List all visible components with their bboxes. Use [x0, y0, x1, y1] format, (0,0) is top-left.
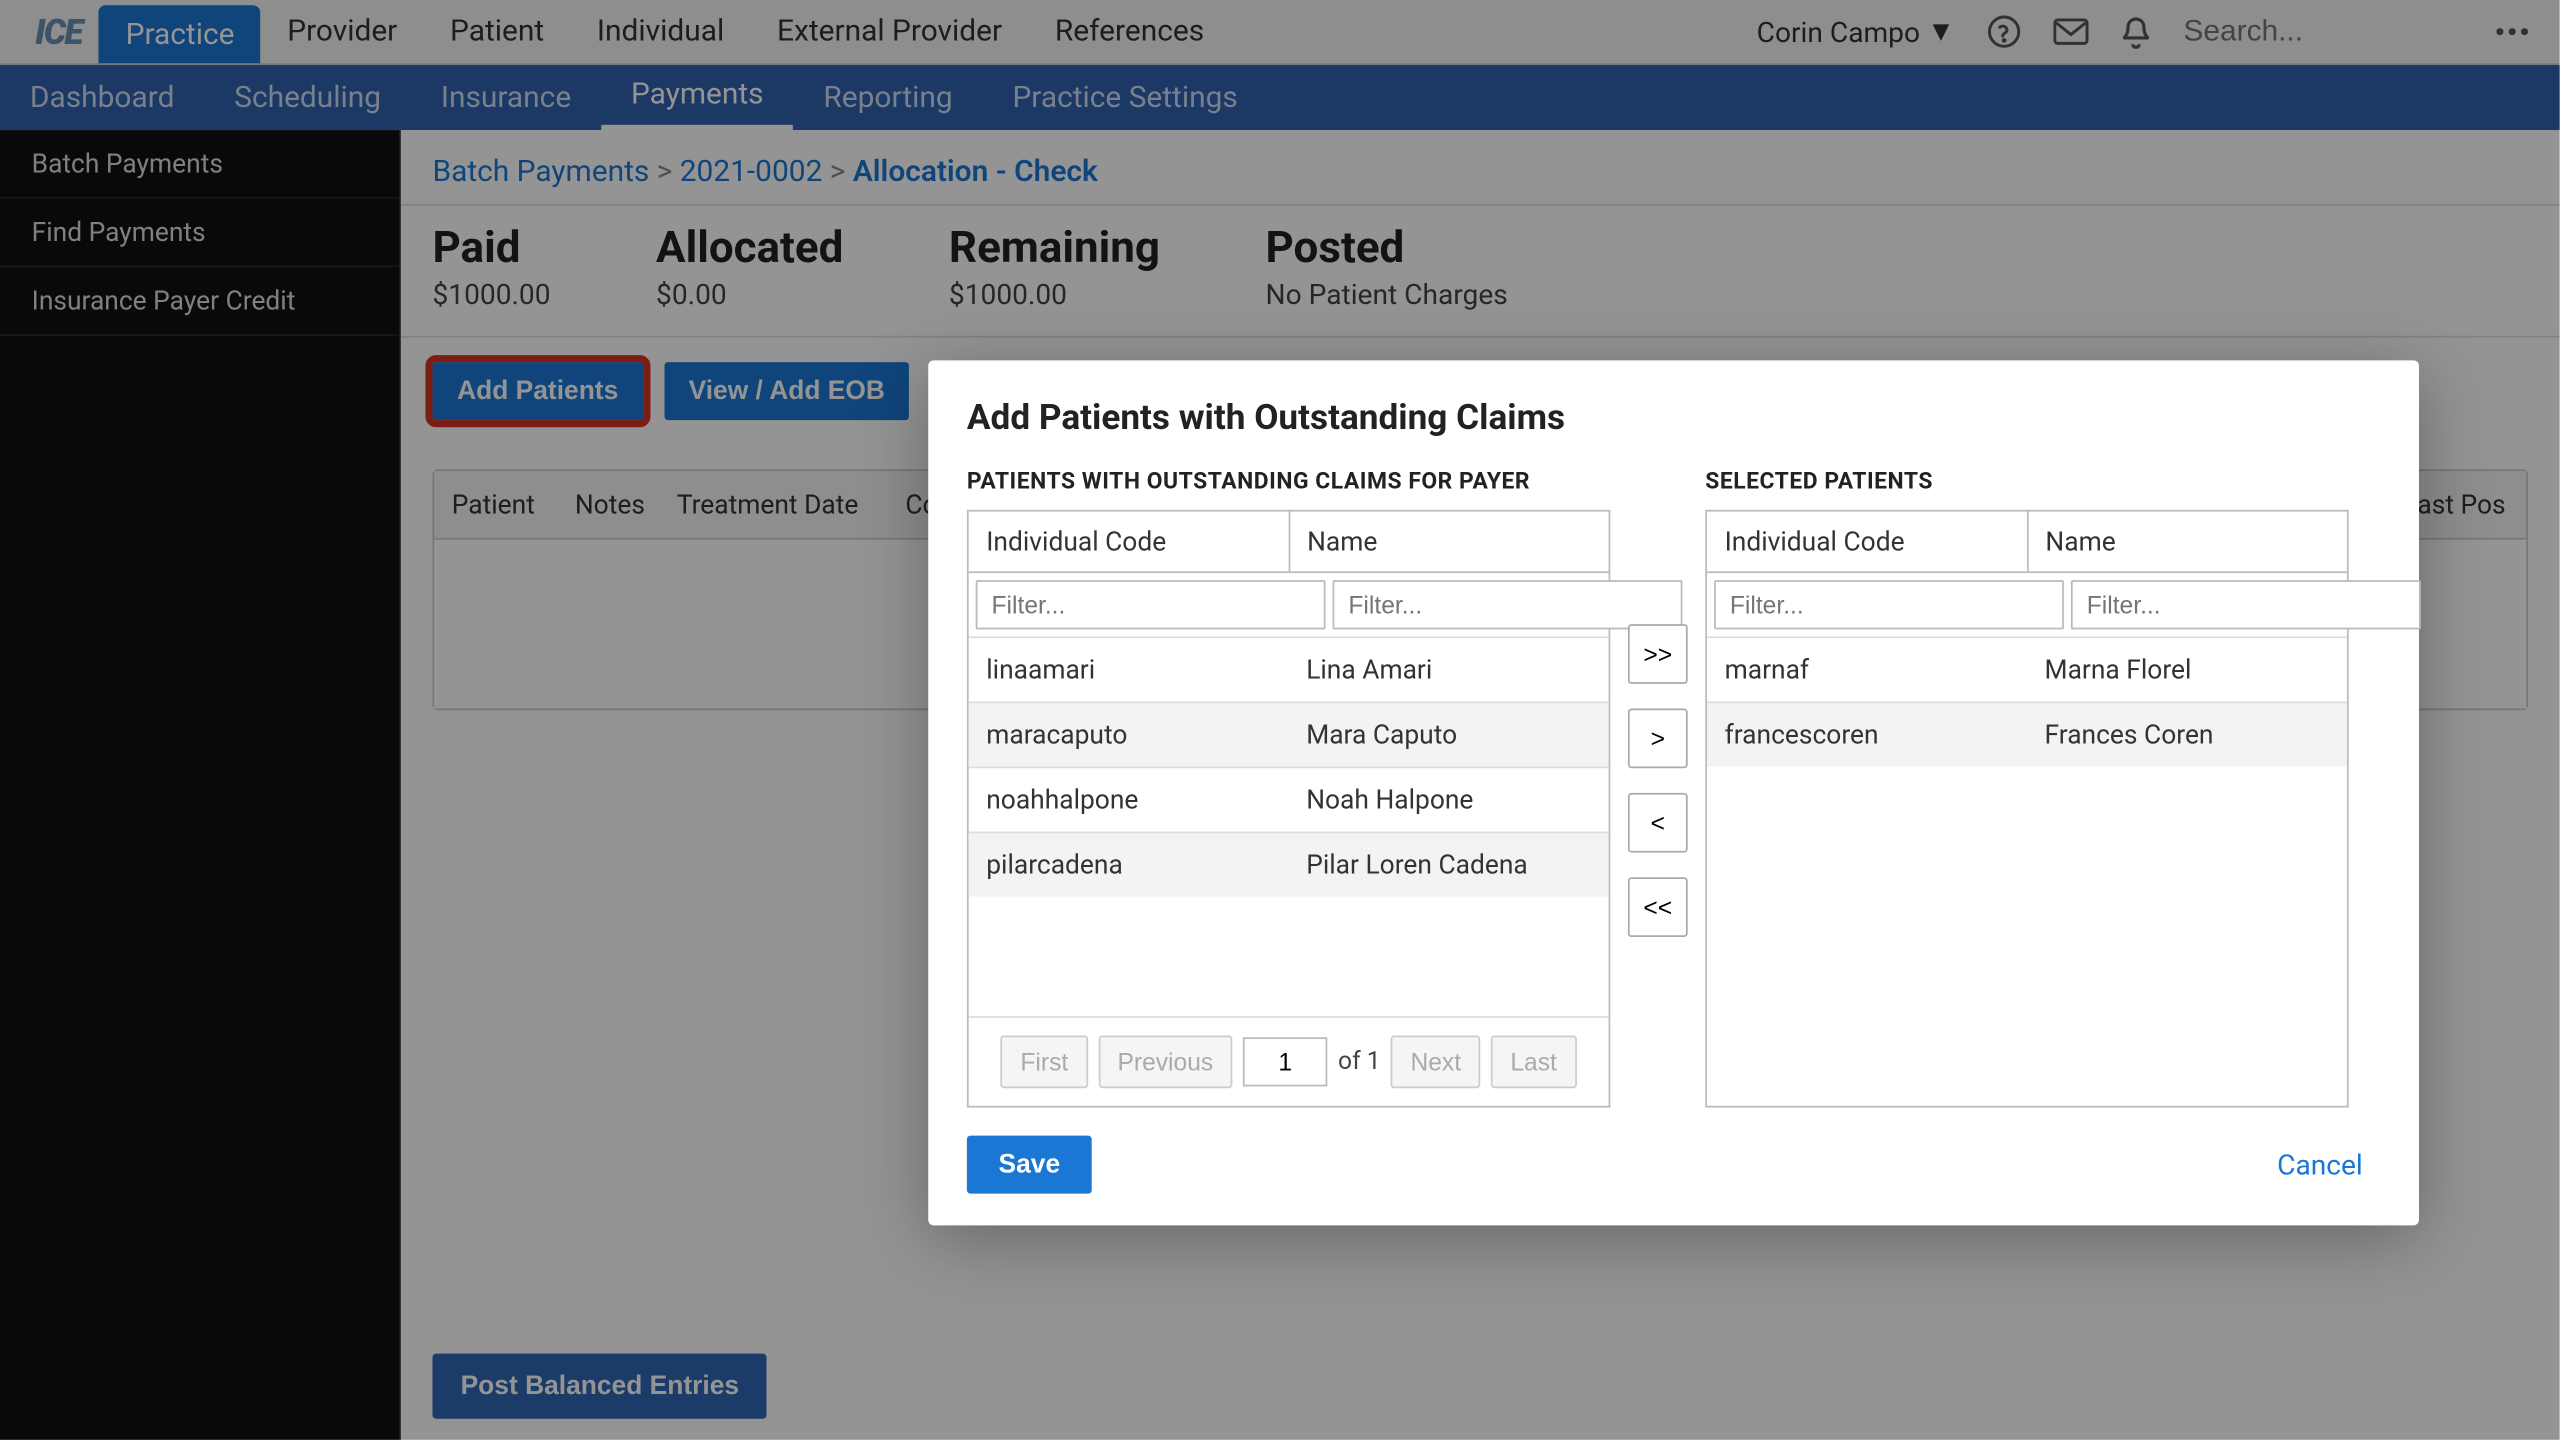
move-left-button[interactable]: <: [1628, 793, 1688, 853]
item-name: Frances Coren: [2027, 703, 2347, 766]
available-label: PATIENTS WITH OUTSTANDING CLAIMS FOR PAY…: [967, 469, 1610, 495]
pager-first[interactable]: First: [1001, 1035, 1088, 1088]
save-button[interactable]: Save: [967, 1136, 1092, 1194]
item-code: maracaputo: [969, 703, 1289, 766]
selected-col-name: Name: [2028, 512, 2347, 572]
item-code: pilarcadena: [969, 833, 1289, 896]
cancel-button[interactable]: Cancel: [2260, 1137, 2381, 1191]
list-item[interactable]: maracaputo Mara Caputo: [969, 701, 1609, 766]
available-col-name: Name: [1289, 512, 1608, 572]
move-all-right-button[interactable]: >>: [1628, 624, 1688, 684]
move-right-button[interactable]: >: [1628, 708, 1688, 768]
list-item[interactable]: marnaf Marna Florel: [1707, 636, 2347, 701]
pager-last[interactable]: Last: [1491, 1035, 1576, 1088]
move-all-left-button[interactable]: <<: [1628, 877, 1688, 937]
item-code: marnaf: [1707, 638, 2027, 701]
move-buttons: >> > < <<: [1628, 624, 1688, 937]
modal-title: Add Patients with Outstanding Claims: [967, 396, 2380, 438]
item-name: Lina Amari: [1289, 638, 1609, 701]
selected-filter-code[interactable]: [1714, 580, 2064, 629]
list-item[interactable]: francescoren Frances Coren: [1707, 701, 2347, 766]
add-patients-modal: Add Patients with Outstanding Claims PAT…: [928, 360, 2419, 1225]
selected-filter-name[interactable]: [2071, 580, 2421, 629]
available-rows: linaamari Lina Amari maracaputo Mara Cap…: [969, 636, 1609, 1016]
pager-next[interactable]: Next: [1391, 1035, 1480, 1088]
pager-previous[interactable]: Previous: [1098, 1035, 1232, 1088]
item-name: Mara Caputo: [1289, 703, 1609, 766]
selected-label: SELECTED PATIENTS: [1705, 469, 2348, 495]
list-item[interactable]: pilarcadena Pilar Loren Cadena: [969, 832, 1609, 897]
pager-of: of 1: [1338, 1048, 1381, 1076]
item-code: linaamari: [969, 638, 1289, 701]
available-pager: First Previous of 1 Next Last: [969, 1016, 1609, 1106]
selected-listbox: Individual Code Name marnaf Marna Florel: [1705, 510, 2348, 1108]
selected-col-code: Individual Code: [1707, 512, 2028, 572]
available-filter-code[interactable]: [976, 580, 1326, 629]
item-name: Marna Florel: [2027, 638, 2347, 701]
selected-column: SELECTED PATIENTS Individual Code Name m…: [1705, 469, 2348, 1107]
list-item[interactable]: noahhalpone Noah Halpone: [969, 766, 1609, 831]
item-code: noahhalpone: [969, 768, 1289, 831]
available-column: PATIENTS WITH OUTSTANDING CLAIMS FOR PAY…: [967, 469, 1610, 1107]
item-name: Pilar Loren Cadena: [1289, 833, 1609, 896]
item-name: Noah Halpone: [1289, 768, 1609, 831]
available-filter-name[interactable]: [1333, 580, 1683, 629]
item-code: francescoren: [1707, 703, 2027, 766]
available-listbox: Individual Code Name linaamari Lina Amar…: [967, 510, 1610, 1108]
pager-page-input[interactable]: [1243, 1037, 1327, 1086]
modal-footer: Save Cancel: [967, 1136, 2380, 1194]
selected-rows: marnaf Marna Florel francescoren Frances…: [1707, 636, 2347, 1105]
available-col-code: Individual Code: [969, 512, 1290, 572]
list-item[interactable]: linaamari Lina Amari: [969, 636, 1609, 701]
